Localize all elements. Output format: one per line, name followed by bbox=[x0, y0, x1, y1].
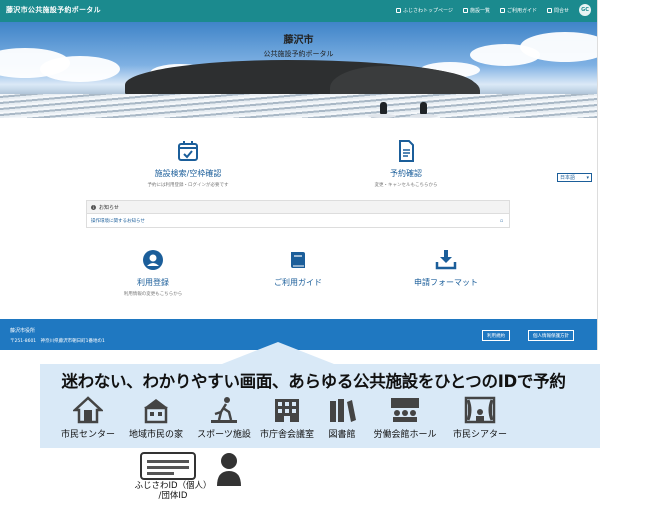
book-icon bbox=[499, 7, 505, 13]
nav-top-page[interactable]: ふじさわトップページ bbox=[396, 7, 453, 14]
hero-city-name: 藤沢市 bbox=[283, 35, 314, 46]
tile-application-format[interactable]: 申請フォーマット bbox=[384, 249, 508, 288]
calendar-check-icon bbox=[178, 141, 198, 161]
portal-screenshot: 藤沢市公共施設予約ポータル ふじさわトップページ 施設一覧 ご利用ガイド 問合せ… bbox=[0, 0, 598, 350]
tagline: 迷わない、わかりやすい画面、あらゆる公共施設をひとつのIDで予約 bbox=[61, 372, 566, 391]
tile-reservation-check[interactable]: 予約確認 変更・キャンセルもこちらから bbox=[336, 140, 476, 188]
document-icon bbox=[399, 140, 414, 162]
surfboard bbox=[410, 114, 438, 118]
community-house-icon bbox=[144, 399, 168, 424]
info-icon: i bbox=[91, 204, 96, 210]
library-icon bbox=[330, 399, 356, 422]
notice-panel: i お知らせ 操作環境に関するお知らせ ▫ bbox=[86, 200, 510, 228]
home-icon bbox=[396, 7, 402, 13]
theater-icon bbox=[464, 396, 496, 424]
tile-label: 利用登録 bbox=[137, 278, 169, 287]
list-icon bbox=[462, 7, 468, 13]
notice-header: i お知らせ bbox=[87, 201, 509, 214]
facility-city-hall: 市庁舎会議室 bbox=[252, 396, 322, 440]
tile-sub: 変更・キャンセルもこちらから bbox=[374, 183, 438, 188]
tile-facility-search[interactable]: 施設検索/空枠確認 予約には利用登録・ログインが必要です bbox=[118, 140, 258, 188]
tile-label: ご利用ガイド bbox=[274, 278, 322, 287]
sports-facility-icon bbox=[211, 397, 237, 423]
hall-icon bbox=[391, 398, 419, 422]
tile-label: 申請フォーマット bbox=[414, 278, 478, 287]
external-link-icon: ▫ bbox=[499, 218, 503, 224]
id-card-icon bbox=[140, 452, 196, 480]
user-icon bbox=[143, 250, 163, 270]
tile-usage-guide[interactable]: ご利用ガイド bbox=[236, 249, 360, 288]
tile-sub: 予約には利用登録・ログインが必要です bbox=[147, 183, 229, 188]
nav-facility-list[interactable]: 施設一覧 bbox=[462, 7, 490, 14]
city-hall-icon bbox=[275, 399, 299, 422]
facility-library: 図書館 bbox=[318, 396, 366, 440]
notice-item[interactable]: 操作環境に関するお知らせ ▫ bbox=[87, 214, 509, 228]
download-icon bbox=[435, 250, 457, 270]
id-label: ふじさわID（個人） /団体ID bbox=[134, 481, 212, 501]
nav-contact[interactable]: 問合せ bbox=[546, 7, 569, 14]
civic-center-icon bbox=[73, 396, 103, 424]
tile-sub: 利用情報の変更もこちらから bbox=[123, 292, 183, 297]
header-nav: ふじさわトップページ 施設一覧 ご利用ガイド 問合せ GC bbox=[396, 4, 591, 16]
facility-theater: 市民シアター bbox=[440, 396, 520, 440]
hero-banner: 藤沢市 公共施設予約ポータル bbox=[0, 22, 597, 118]
facility-labor-hall: 労働会館ホール bbox=[362, 396, 448, 440]
language-select[interactable]: 日本語 ▾ bbox=[557, 173, 592, 182]
footer-office-name: 藤沢市役所 bbox=[10, 328, 36, 334]
surfer bbox=[380, 102, 387, 114]
site-title[interactable]: 藤沢市公共施設予約ポータル bbox=[6, 5, 101, 15]
terms-button[interactable]: 利用規約 bbox=[482, 330, 510, 341]
cloud bbox=[40, 56, 120, 82]
footer-address: 〒251-8601 神奈川県藤沢市朝日町1番地の1 bbox=[10, 339, 105, 344]
tile-user-registration[interactable]: 利用登録 利用情報の変更もこちらから bbox=[88, 249, 218, 297]
top-header: 藤沢市公共施設予約ポータル ふじさわトップページ 施設一覧 ご利用ガイド 問合せ… bbox=[0, 0, 597, 22]
avatar[interactable]: GC bbox=[579, 4, 591, 16]
book-icon bbox=[291, 252, 305, 268]
privacy-policy-button[interactable]: 個人情報保護方針 bbox=[528, 330, 574, 341]
mail-icon bbox=[546, 7, 552, 13]
chevron-down-icon: ▾ bbox=[586, 174, 589, 181]
nav-usage-guide[interactable]: ご利用ガイド bbox=[499, 7, 537, 14]
tile-label: 施設検索/空枠確認 bbox=[154, 169, 222, 178]
callout-pointer bbox=[222, 342, 334, 364]
surfboard bbox=[368, 114, 396, 118]
tile-label: 予約確認 bbox=[390, 169, 422, 178]
sea-waves bbox=[0, 94, 597, 118]
hero-subtitle: 公共施設予約ポータル bbox=[263, 50, 334, 58]
surfer bbox=[420, 102, 427, 114]
